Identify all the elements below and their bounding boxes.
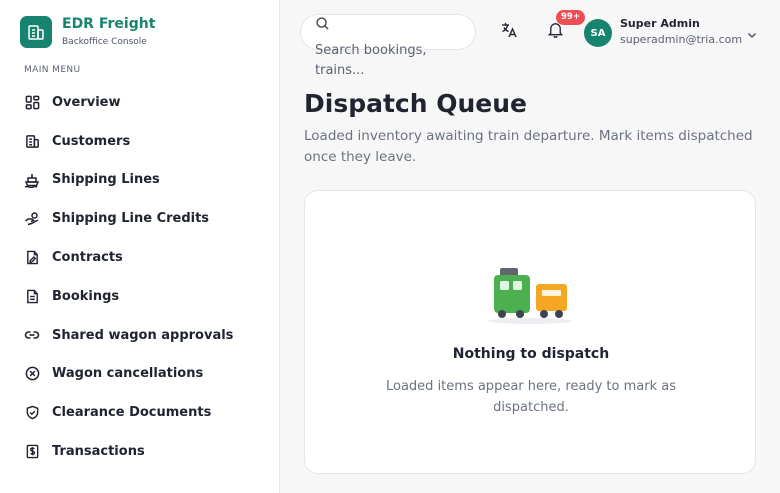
empty-state-description: Loaded items appear here, ready to mark … — [386, 379, 676, 415]
sidebar-item-wagon-cancellations[interactable]: Wagon cancellations — [24, 355, 264, 394]
ship-icon — [24, 172, 40, 188]
receipt-dollar-icon — [24, 444, 40, 460]
page-description: Loaded inventory awaiting train departur… — [304, 128, 753, 165]
file-signature-icon — [24, 250, 40, 266]
x-circle-icon — [24, 366, 40, 382]
sidebar-item-contracts[interactable]: Contracts — [24, 238, 264, 277]
sidebar-item-label: Bookings — [52, 288, 120, 304]
brand-name: EDR Freight — [62, 16, 156, 32]
search-placeholder[interactable]: Search bookings, trains... — [315, 41, 465, 81]
chevron-down-icon[interactable] — [746, 26, 758, 45]
search-input[interactable]: Search bookings, trains... — [300, 14, 476, 78]
notification-badge: 99+ — [556, 10, 585, 25]
sidebar-item-shipping-lines[interactable]: Shipping Lines — [24, 161, 264, 200]
sidebar-item-label: Contracts — [52, 250, 123, 266]
train-icon — [488, 266, 578, 330]
sidebar-item-label: Clearance Documents — [52, 405, 212, 421]
sidebar-item-overview[interactable]: Overview — [24, 83, 264, 122]
sidebar-item-label: Shipping Line Credits — [52, 211, 210, 227]
sidebar: EDR Freight Backoffice Console MAIN MENU… — [0, 0, 280, 493]
user-name: Super Admin — [620, 17, 700, 30]
sidebar-item-bookings[interactable]: Bookings — [24, 277, 264, 316]
search-icon — [315, 16, 330, 35]
menu-heading: MAIN MENU — [24, 65, 81, 75]
sidebar-item-shared-wagon-approvals[interactable]: Shared wagon approvals — [24, 316, 264, 355]
main-menu: Overview Customers Shipping Lines Shippi… — [24, 83, 264, 471]
sidebar-item-clearance-documents[interactable]: Clearance Documents — [24, 393, 264, 432]
grid-icon — [24, 94, 40, 110]
sidebar-item-transactions[interactable]: Transactions — [24, 432, 264, 471]
link-icon — [24, 327, 40, 343]
building-icon — [20, 16, 52, 48]
empty-state-title: Nothing to dispatch — [452, 346, 610, 362]
empty-state-card: Nothing to dispatch Loaded items appear … — [304, 190, 756, 474]
sidebar-item-label: Overview — [52, 94, 121, 110]
hand-coins-icon — [24, 211, 40, 227]
sidebar-item-shipping-line-credits[interactable]: Shipping Line Credits — [24, 199, 264, 238]
translate-button[interactable] — [498, 21, 520, 43]
sidebar-item-label: Shipping Lines — [52, 172, 160, 188]
sidebar-item-label: Shared wagon approvals — [52, 327, 234, 343]
brand-subtitle: Backoffice Console — [62, 37, 147, 47]
building-icon — [24, 133, 40, 149]
user-menu[interactable]: Super Admin superadmin@tria.com — [620, 17, 742, 47]
sidebar-item-label: Wagon cancellations — [52, 366, 204, 382]
translate-icon — [500, 21, 518, 43]
sidebar-item-label: Transactions — [52, 444, 145, 460]
brand[interactable]: EDR Freight Backoffice Console — [20, 16, 155, 48]
document-icon — [24, 288, 40, 304]
avatar[interactable]: SA — [584, 19, 612, 47]
page-title: Dispatch Queue — [304, 89, 527, 118]
shield-check-icon — [24, 405, 40, 421]
sidebar-item-customers[interactable]: Customers — [24, 122, 264, 161]
sidebar-item-label: Customers — [52, 133, 131, 149]
user-email: superadmin@tria.com — [620, 33, 743, 46]
